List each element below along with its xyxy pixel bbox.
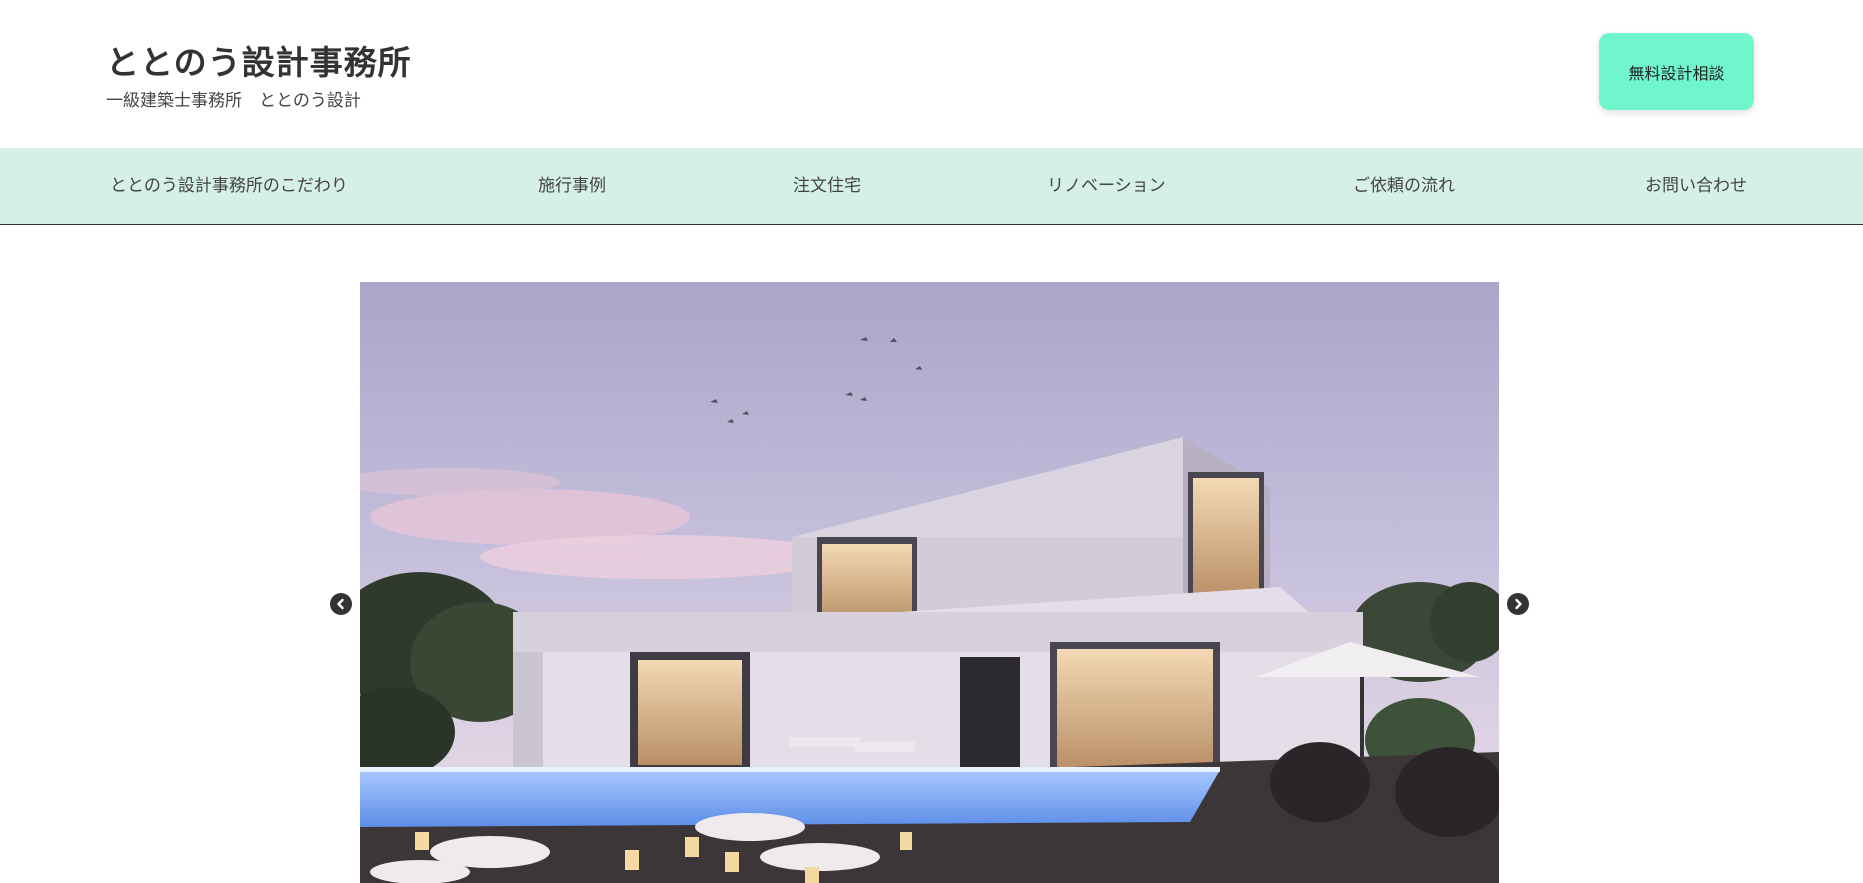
- chevron-left-icon: [337, 598, 344, 610]
- site-header: ととのう設計事務所 一級建築士事務所 ととのう設計 無料設計相談: [0, 0, 1863, 148]
- hero-slider-image: [360, 282, 1499, 883]
- nav-item-renovation[interactable]: リノベーション: [1047, 148, 1166, 224]
- chevron-right-icon: [1515, 598, 1522, 610]
- slider-prev-button[interactable]: [330, 593, 352, 615]
- free-consultation-button[interactable]: 無料設計相談: [1599, 33, 1754, 110]
- nav-item-custom-home[interactable]: 注文住宅: [793, 148, 861, 224]
- nav-item-kodawari[interactable]: ととのう設計事務所のこだわり: [110, 148, 348, 224]
- nav-item-works[interactable]: 施行事例: [538, 148, 606, 224]
- site-subtitle: 一級建築士事務所 ととのう設計: [106, 91, 361, 111]
- nav-item-contact[interactable]: お問い合わせ: [1645, 148, 1747, 224]
- slider-next-button[interactable]: [1507, 593, 1529, 615]
- site-title[interactable]: ととのう設計事務所: [106, 36, 412, 84]
- nav-item-flow[interactable]: ご依頼の流れ: [1353, 148, 1455, 224]
- global-nav: ととのう設計事務所のこだわり 施行事例 注文住宅 リノベーション ご依頼の流れ …: [0, 148, 1863, 225]
- modern-house-photo: [360, 282, 1499, 883]
